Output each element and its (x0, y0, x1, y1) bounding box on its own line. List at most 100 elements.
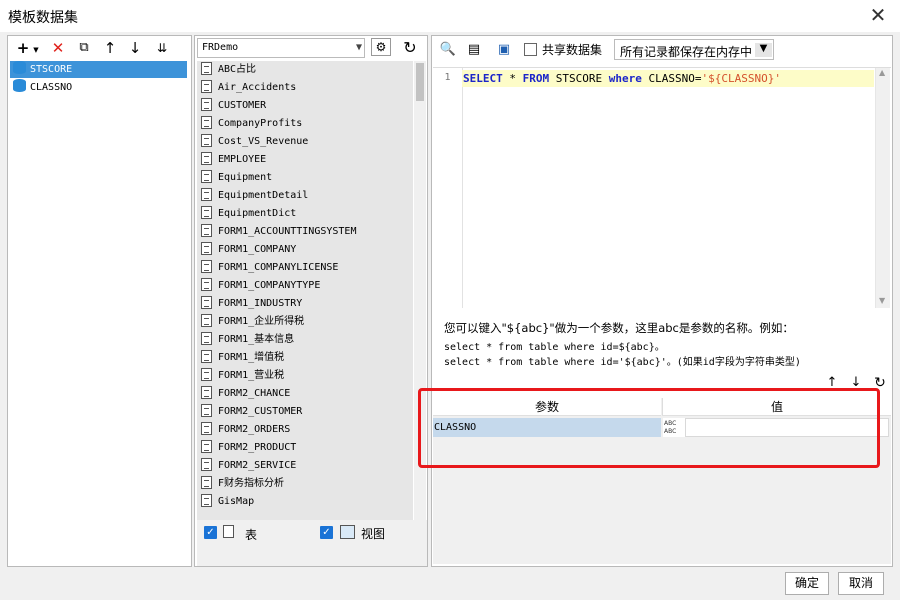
table-icon (201, 458, 212, 471)
table-name: FORM1_基本信息 (218, 334, 295, 345)
share-dataset-checkbox[interactable] (524, 43, 537, 56)
table-list-item[interactable]: EquipmentDetail (197, 187, 413, 205)
refresh-icon[interactable]: ↻ (400, 38, 420, 58)
table-list-item[interactable]: EMPLOYEE (197, 151, 413, 169)
table-list-item[interactable]: FORM2_ORDERS (197, 421, 413, 439)
table-icon (201, 476, 212, 489)
table-icon (201, 314, 212, 327)
scroll-up-icon[interactable]: ▲ (879, 68, 885, 77)
table-icon (201, 134, 212, 147)
table-name: CUSTOMER (218, 100, 267, 111)
ok-button[interactable]: 确定 (785, 572, 829, 595)
table-icon (201, 98, 212, 111)
table-icon (201, 242, 212, 255)
table-icon (223, 525, 234, 538)
table-name: FORM2_CHANCE (218, 388, 291, 399)
table-list-item[interactable]: Air_Accidents (197, 79, 413, 97)
save-icon[interactable]: ▣ (494, 40, 514, 60)
table-browser-panel: FRDemo ▼ ⚙ ↻ ABC占比 Air_Accidents CUSTOMER C… (194, 35, 428, 567)
table-icon (201, 260, 212, 273)
sql-text: CLASSNO= (641, 72, 702, 85)
preview-icon[interactable]: 🔍 (438, 40, 458, 60)
sql-format-icon[interactable]: ▤ (464, 40, 484, 60)
table-list-item[interactable]: ABC占比 (197, 61, 413, 79)
hint-example-2: select * from table where id='${abc}'。(如… (444, 357, 801, 368)
table-list-item[interactable]: FORM1_营业税 (197, 367, 413, 385)
table-list-item[interactable]: FORM1_COMPANYLICENSE (197, 259, 413, 277)
table-list-item[interactable]: GisMap (197, 493, 413, 511)
table-list-item[interactable]: FORM1_增值税 (197, 349, 413, 367)
sql-text: STSCORE (549, 72, 609, 85)
table-list-item[interactable]: FORM2_CUSTOMER (197, 403, 413, 421)
table-list-item[interactable]: Cost_VS_Revenue (197, 133, 413, 151)
table-list-item[interactable]: EquipmentDict (197, 205, 413, 223)
view-filter-label: 视图 (361, 527, 386, 541)
cancel-button[interactable]: 取消 (838, 572, 884, 595)
table-name: FORM1_增值税 (218, 352, 285, 363)
title-bar (0, 0, 900, 32)
sql-text: * (502, 72, 523, 85)
move-down-icon[interactable]: ↓ (125, 38, 145, 58)
view-icon (340, 525, 355, 539)
table-icon (201, 80, 212, 93)
dataset-label: STSCORE (30, 64, 73, 75)
chevron-down-icon[interactable]: ▼ (26, 40, 46, 60)
delete-icon[interactable]: ✕ (48, 38, 68, 58)
table-list: ABC占比 Air_Accidents CUSTOMER CompanyProfits… (197, 61, 413, 545)
connection-value: FRDemo (202, 42, 239, 53)
table-name: EquipmentDict (218, 208, 297, 219)
database-icon (13, 61, 26, 74)
table-list-item[interactable]: CUSTOMER (197, 97, 413, 115)
scrollbar-thumb[interactable] (416, 63, 424, 101)
table-list-item[interactable]: FORM2_CHANCE (197, 385, 413, 403)
table-filter-checkbox[interactable]: ✓ (204, 526, 217, 539)
table-icon (201, 404, 212, 417)
edit-connection-icon[interactable]: ⚙ (371, 38, 391, 56)
table-icon (201, 188, 212, 201)
chevron-down-icon: ▼ (355, 42, 362, 53)
table-list-item[interactable]: FORM1_COMPANYTYPE (197, 277, 413, 295)
database-icon (13, 79, 26, 92)
line-number: 1 (444, 72, 451, 83)
close-icon[interactable]: ✕ (866, 3, 890, 27)
copy-icon[interactable]: ⧉ (74, 38, 94, 58)
table-name: GisMap (218, 496, 255, 507)
scrollbar[interactable] (414, 61, 426, 545)
connection-select[interactable]: FRDemo ▼ (197, 38, 365, 58)
share-dataset-label: 共享数据集 (542, 43, 603, 57)
dataset-item-classno[interactable]: CLASSNO (10, 79, 187, 96)
table-icon (201, 116, 212, 129)
table-list-item[interactable]: FORM1_ACCOUNTTINGSYSTEM (197, 223, 413, 241)
hint-example-1: select * from table where id=${abc}。 (444, 342, 665, 353)
dataset-item-stscore[interactable]: STSCORE (10, 61, 187, 78)
table-icon (201, 278, 212, 291)
table-list-item[interactable]: FORM1_COMPANY (197, 241, 413, 259)
table-icon (201, 332, 212, 345)
scroll-down-icon[interactable]: ▼ (879, 296, 885, 305)
table-icon (201, 494, 212, 507)
sort-icon[interactable]: ⇊ (152, 38, 172, 58)
table-icon (201, 368, 212, 381)
table-list-item[interactable]: FORM1_INDUSTRY (197, 295, 413, 313)
sql-line[interactable]: SELECT * FROM STSCORE where CLASSNO='${C… (462, 70, 874, 87)
table-list-item[interactable]: CompanyProfits (197, 115, 413, 133)
table-name: EMPLOYEE (218, 154, 267, 165)
table-list-item[interactable]: FORM2_SERVICE (197, 457, 413, 475)
editor-scrollbar[interactable]: ▲ ▼ (875, 68, 890, 308)
move-up-icon[interactable]: ↑ (100, 38, 120, 58)
table-list-item[interactable]: Equipment (197, 169, 413, 187)
sql-editor[interactable]: 1 SELECT * FROM STSCORE where CLASSNO='$… (433, 67, 891, 308)
table-list-item[interactable]: F财务指标分析 (197, 475, 413, 493)
table-list-item[interactable]: FORM1_基本信息 (197, 331, 413, 349)
view-filter-checkbox[interactable]: ✓ (320, 526, 333, 539)
table-icon (201, 62, 212, 75)
annotation-highlight-box (418, 388, 880, 468)
filter-bar: ✓ 表 ✓ 视图 (197, 520, 427, 566)
table-icon (201, 152, 212, 165)
table-list-item[interactable]: FORM2_PRODUCT (197, 439, 413, 457)
table-list-item[interactable]: FORM1_企业所得税 (197, 313, 413, 331)
table-name: FORM2_CUSTOMER (218, 406, 303, 417)
chevron-down-icon: ▼ (755, 43, 772, 57)
window-title: 模板数据集 (8, 10, 78, 26)
cache-mode-select[interactable]: 所有记录都保存在内存中 ▼ (614, 39, 774, 60)
